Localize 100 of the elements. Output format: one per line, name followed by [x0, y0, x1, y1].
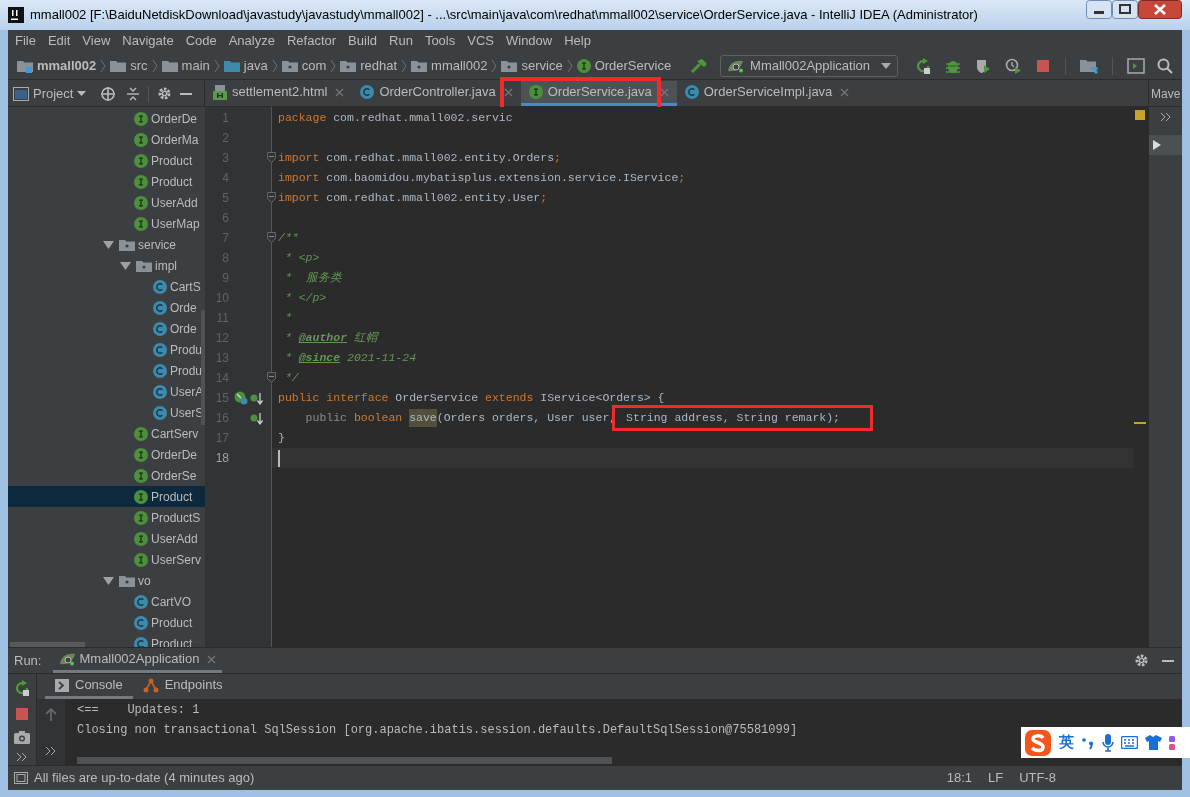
- menu-item[interactable]: View: [82, 31, 111, 51]
- tree-item[interactable]: Orde: [8, 297, 205, 318]
- terminal-icon[interactable]: [1127, 57, 1145, 74]
- breadcrumb-item[interactable]: com: [281, 55, 327, 76]
- coverage-shield-icon[interactable]: [975, 57, 991, 74]
- tree-item[interactable]: UserAdd: [8, 192, 205, 213]
- tree-item[interactable]: OrderDe: [8, 444, 205, 465]
- editor-tab[interactable]: settlement2.html: [205, 81, 353, 106]
- more-icon[interactable]: [46, 747, 56, 755]
- tree-item[interactable]: Product: [8, 171, 205, 192]
- tree-item[interactable]: Orde: [8, 318, 205, 339]
- collapse-all-icon[interactable]: [126, 86, 141, 101]
- menu-item[interactable]: Refactor: [286, 31, 337, 51]
- breadcrumb-item[interactable]: mmall002: [17, 55, 97, 76]
- maximize-icon[interactable]: [1112, 0, 1138, 19]
- profiler-clock-icon[interactable]: [1005, 57, 1021, 74]
- implemented-down-arrow-icon[interactable]: [250, 411, 263, 425]
- project-view-dropdown[interactable]: Project: [13, 83, 87, 104]
- toolbox-icon[interactable]: [1169, 734, 1177, 751]
- breadcrumb-item[interactable]: java: [223, 55, 268, 76]
- breadcrumb-item[interactable]: mmall002: [411, 55, 488, 76]
- status-item[interactable]: 18:1: [946, 768, 972, 788]
- menu-item[interactable]: Analyze: [228, 31, 275, 51]
- tree-item[interactable]: UserAdd: [8, 528, 205, 549]
- tree-item[interactable]: Product: [8, 486, 205, 507]
- tree-item[interactable]: Product: [8, 633, 205, 647]
- tree-item[interactable]: vo: [8, 570, 205, 591]
- breadcrumb-item[interactable]: src: [110, 55, 148, 76]
- tree-item[interactable]: Product: [8, 612, 205, 633]
- breadcrumb-item[interactable]: main: [161, 55, 210, 76]
- implemented-down-arrow-icon[interactable]: [250, 391, 263, 405]
- menu-item[interactable]: Build: [348, 31, 377, 51]
- editor-tab[interactable]: OrderServiceImpl.java: [676, 81, 858, 106]
- keyboard-icon[interactable]: [1121, 736, 1138, 749]
- more-icon[interactable]: [1160, 113, 1171, 121]
- camera-icon[interactable]: [14, 730, 30, 744]
- fold-marker-icon[interactable]: [267, 372, 276, 383]
- breadcrumb-item[interactable]: service: [501, 55, 563, 76]
- punctuation-icon[interactable]: [1081, 735, 1095, 750]
- microphone-icon[interactable]: [1102, 733, 1114, 752]
- shirt-icon[interactable]: [1145, 735, 1162, 750]
- console-tab[interactable]: Endpoints: [132, 674, 233, 699]
- project-structure-icon[interactable]: [1080, 57, 1098, 74]
- tree-item[interactable]: impl: [8, 255, 205, 276]
- menu-item[interactable]: Edit: [47, 31, 71, 51]
- tree-item[interactable]: OrderDe: [8, 108, 205, 129]
- rerun-icon[interactable]: [14, 680, 30, 696]
- fold-marker-icon[interactable]: [267, 152, 276, 163]
- tree-item[interactable]: CartVO: [8, 591, 205, 612]
- more-icon[interactable]: [17, 753, 27, 761]
- input-mode-toggle[interactable]: 英: [1059, 731, 1074, 754]
- scrollbar-thumb[interactable]: [77, 757, 612, 764]
- side-panel-title[interactable]: Mave: [1151, 84, 1181, 103]
- breadcrumb-item[interactable]: redhat: [340, 55, 398, 76]
- settings-icon[interactable]: [157, 86, 173, 101]
- close-icon[interactable]: [1138, 0, 1182, 19]
- menu-item[interactable]: Run: [389, 31, 413, 51]
- minimize-icon[interactable]: [1086, 0, 1112, 19]
- editor-tab[interactable]: OrderController.java: [352, 81, 521, 106]
- breadcrumb-item[interactable]: OrderService: [576, 55, 672, 76]
- tree-item[interactable]: ProductS: [8, 507, 205, 528]
- hammer-icon[interactable]: [690, 57, 709, 74]
- tree-item[interactable]: UserServ: [8, 549, 205, 570]
- stop-icon[interactable]: [15, 707, 29, 721]
- code-token: }: [278, 430, 285, 447]
- run-tab[interactable]: Mmall002Application: [53, 648, 223, 673]
- tree-item[interactable]: UserMap: [8, 213, 205, 234]
- menu-item[interactable]: VCS: [467, 31, 494, 51]
- menu-item[interactable]: Window: [505, 31, 553, 51]
- menu-item[interactable]: Navigate: [122, 31, 174, 51]
- expand-button[interactable]: [1148, 135, 1182, 155]
- settings-icon[interactable]: [1134, 653, 1149, 668]
- tree-item[interactable]: OrderMa: [8, 129, 205, 150]
- menu-item[interactable]: Code: [185, 31, 217, 51]
- tree-item[interactable]: CartS: [8, 276, 205, 297]
- fold-marker-icon[interactable]: [267, 192, 276, 203]
- tool-windows-icon[interactable]: [14, 772, 28, 784]
- status-item[interactable]: UTF-8: [1019, 768, 1056, 788]
- run-configuration-dropdown[interactable]: Mmall002Application: [720, 54, 898, 77]
- menu-item[interactable]: Tools: [424, 31, 456, 51]
- menu-item[interactable]: Help: [564, 31, 591, 51]
- stop-icon[interactable]: [1035, 57, 1051, 74]
- locate-target-icon[interactable]: [100, 85, 117, 102]
- menu-item[interactable]: File: [15, 31, 36, 51]
- tree-item[interactable]: Produ: [8, 339, 205, 360]
- editor-tab[interactable]: OrderService.java: [520, 81, 677, 106]
- code-token: com.redhat.mmall002.entity.Orders: [325, 150, 555, 167]
- implemented-marker-icon[interactable]: [234, 391, 248, 405]
- scrollbar-thumb[interactable]: [10, 642, 85, 647]
- tree-item[interactable]: service: [8, 234, 205, 255]
- package-folder-icon: [136, 259, 152, 272]
- rerun-icon[interactable]: [915, 57, 931, 74]
- tree-item[interactable]: Produ: [8, 360, 205, 381]
- sogou-logo-icon[interactable]: [1024, 728, 1052, 757]
- status-item[interactable]: LF: [988, 768, 1004, 788]
- fold-marker-icon[interactable]: [267, 232, 276, 243]
- tree-item[interactable]: OrderSe: [8, 465, 205, 486]
- tree-item[interactable]: CartServ: [8, 423, 205, 444]
- tree-item[interactable]: Product: [8, 150, 205, 171]
- search-icon[interactable]: [1157, 57, 1173, 74]
